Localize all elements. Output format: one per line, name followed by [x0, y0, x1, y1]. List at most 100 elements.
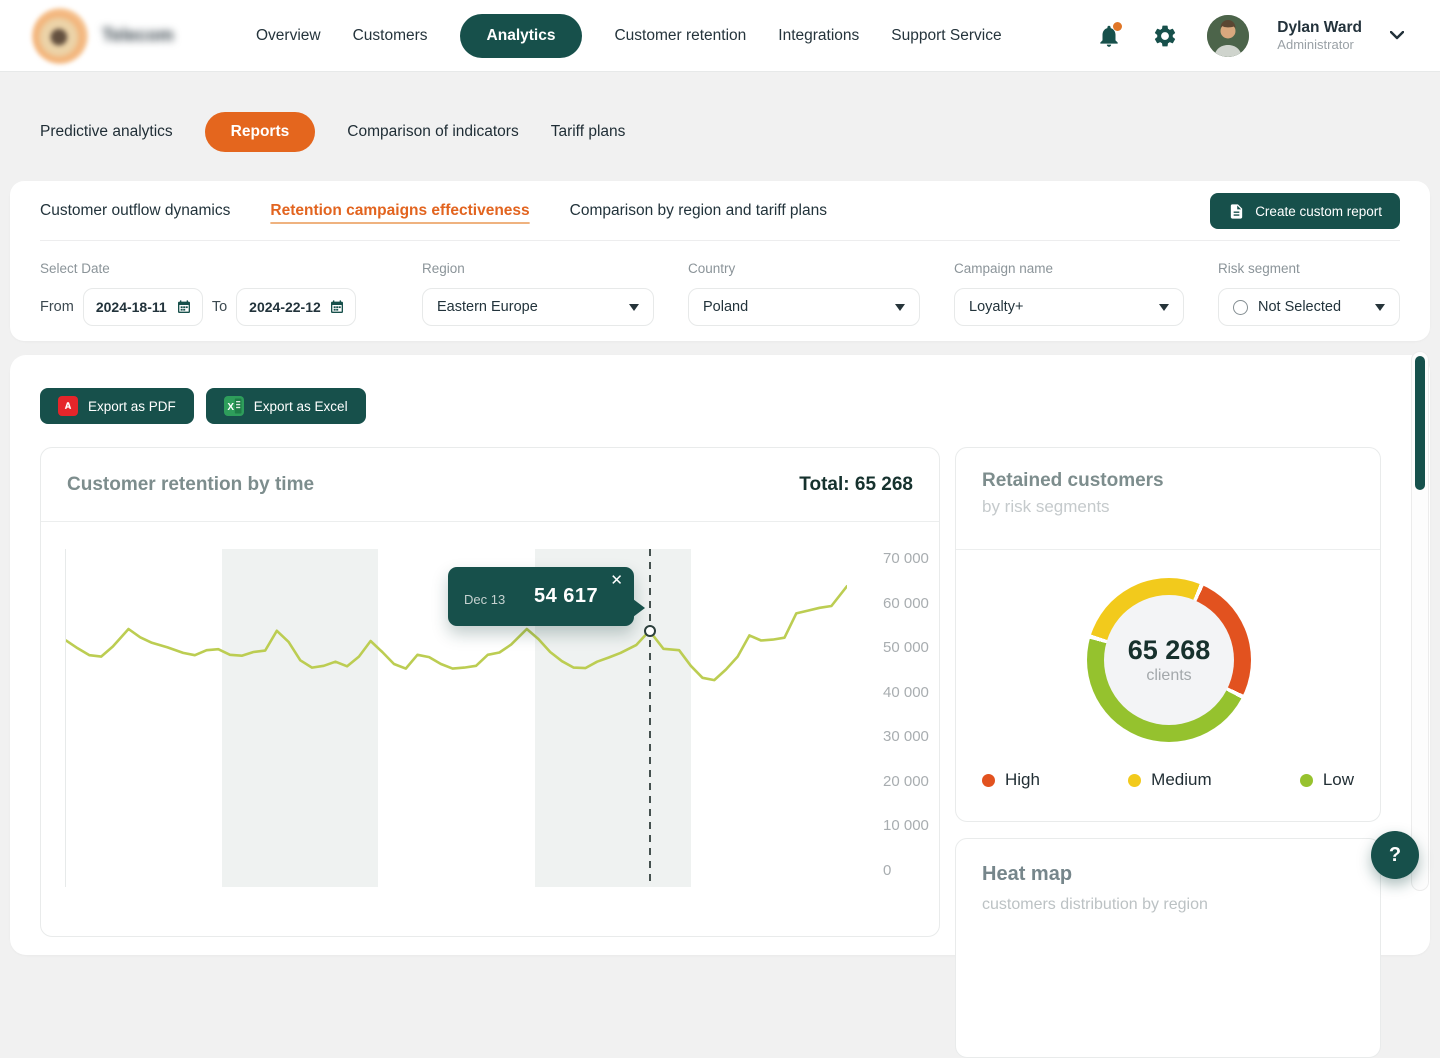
region-value: Eastern Europe [437, 299, 619, 315]
heat-map-subtitle: customers distribution by region [982, 896, 1354, 914]
export-buttons: Export as PDF X Export as Excel [40, 388, 366, 424]
main-nav: Overview Customers Analytics Customer re… [256, 14, 1002, 58]
chart-tooltip: Dec 13 54 617 ✕ [448, 567, 634, 626]
y-tick: 0 [883, 862, 929, 880]
date-to-value: 2024-22-12 [249, 299, 321, 315]
user-info: Dylan Ward Administrator [1277, 18, 1362, 54]
notifications-bell-icon[interactable] [1095, 22, 1123, 50]
campaign-value: Loyalty+ [969, 299, 1149, 315]
y-tick: 50 000 [883, 639, 929, 657]
date-from-input[interactable]: 2024-18-11 [83, 288, 203, 326]
create-custom-report-label: Create custom report [1255, 204, 1382, 219]
brand[interactable]: Telecom [32, 8, 232, 64]
tooltip-close-icon[interactable]: ✕ [610, 573, 623, 588]
heat-map-title: Heat map [982, 863, 1354, 886]
top-navigation-bar: Telecom Overview Customers Analytics Cus… [0, 0, 1440, 72]
page-scrollbar-track[interactable] [1412, 352, 1428, 890]
analytics-section-tabs: Predictive analytics Reports Comparison … [40, 110, 625, 153]
report-tab-customer-outflow[interactable]: Customer outflow dynamics [40, 202, 230, 220]
nav-item-overview[interactable]: Overview [256, 27, 321, 45]
legend-item-medium[interactable]: Medium [1128, 770, 1211, 790]
create-custom-report-button[interactable]: Create custom report [1210, 193, 1400, 229]
filter-region: Region Eastern Europe [422, 261, 654, 326]
donut-center-value: 65 268 [1128, 635, 1211, 666]
tab-comparison-of-indicators[interactable]: Comparison of indicators [347, 123, 518, 141]
donut-card-title: Retained customers [982, 470, 1354, 492]
risk-legend: High Medium Low [982, 770, 1354, 790]
brand-name: Telecom [102, 25, 174, 46]
nav-item-support-service[interactable]: Support Service [891, 27, 1001, 45]
report-type-tabs: Customer outflow dynamics Retention camp… [40, 181, 1400, 241]
legend-item-low[interactable]: Low [1300, 770, 1354, 790]
export-pdf-button[interactable]: Export as PDF [40, 388, 194, 424]
tab-tariff-plans[interactable]: Tariff plans [551, 123, 626, 141]
line-chart-plot[interactable]: Dec 13 54 617 ✕ [65, 549, 847, 887]
analytics-dashboard: { "colors": { "teal": "#17504b", "accent… [0, 0, 1440, 900]
filter-country: Country Poland [688, 261, 920, 326]
date-to-input[interactable]: 2024-22-12 [236, 288, 356, 326]
risk-segment-value: Not Selected [1258, 299, 1365, 315]
y-tick: 70 000 [883, 550, 929, 568]
filter-label-date: Select Date [40, 261, 356, 276]
user-menu-chevron-down-icon[interactable] [1390, 31, 1404, 40]
pdf-icon [58, 396, 78, 416]
user-name: Dylan Ward [1277, 18, 1362, 37]
legend-label-high: High [1005, 770, 1040, 790]
filter-label-campaign: Campaign name [954, 261, 1184, 276]
nav-item-analytics[interactable]: Analytics [460, 14, 583, 58]
help-button[interactable]: ? [1371, 831, 1419, 879]
region-select[interactable]: Eastern Europe [422, 288, 654, 326]
risk-segments-donut-chart[interactable]: 65 268 clients [1087, 578, 1251, 742]
donut-center: 65 268 clients [1104, 595, 1234, 725]
tab-predictive-analytics[interactable]: Predictive analytics [40, 123, 173, 141]
settings-gear-icon[interactable] [1151, 22, 1179, 50]
export-pdf-label: Export as PDF [88, 399, 176, 414]
excel-icon: X [224, 396, 244, 416]
filter-risk-segment: Risk segment Not Selected [1218, 261, 1400, 326]
chart-total: Total: 65 268 [799, 474, 913, 496]
report-tab-region-tariff-comparison[interactable]: Comparison by region and tariff plans [570, 202, 827, 220]
donut-card-subtitle: by risk segments [982, 497, 1354, 517]
chevron-down-icon [1375, 304, 1385, 311]
campaign-select[interactable]: Loyalty+ [954, 288, 1184, 326]
tab-reports[interactable]: Reports [205, 112, 316, 152]
y-tick: 30 000 [883, 728, 929, 746]
export-excel-button[interactable]: X Export as Excel [206, 388, 366, 424]
chevron-down-icon [629, 304, 639, 311]
retention-by-time-card: Customer retention by time Total: 65 268… [40, 447, 940, 937]
donut-center-label: clients [1146, 667, 1191, 685]
user-avatar[interactable] [1207, 15, 1249, 57]
svg-text:X: X [227, 402, 234, 413]
user-role: Administrator [1277, 37, 1362, 53]
filter-label-country: Country [688, 261, 920, 276]
y-tick: 20 000 [883, 773, 929, 791]
export-excel-label: Export as Excel [254, 399, 348, 414]
notification-dot [1113, 22, 1122, 31]
document-icon [1228, 203, 1245, 220]
risk-segment-select[interactable]: Not Selected [1218, 288, 1400, 326]
tooltip-tail [633, 599, 645, 617]
legend-dot-medium [1128, 774, 1141, 787]
legend-dot-low [1300, 774, 1313, 787]
nav-item-integrations[interactable]: Integrations [778, 27, 859, 45]
calendar-icon [176, 299, 192, 315]
country-select[interactable]: Poland [688, 288, 920, 326]
chevron-down-icon [1159, 304, 1169, 311]
filter-campaign-name: Campaign name Loyalty+ [954, 261, 1184, 326]
radio-unselected-icon [1233, 300, 1248, 315]
filter-label-region: Region [422, 261, 654, 276]
tooltip-date: Dec 13 [464, 592, 505, 607]
nav-item-customer-retention[interactable]: Customer retention [614, 27, 746, 45]
report-filter-card: Customer outflow dynamics Retention camp… [10, 181, 1430, 341]
data-point-marker[interactable] [644, 625, 656, 637]
tooltip-cursor-line [649, 549, 651, 887]
date-from-value: 2024-18-11 [96, 299, 167, 315]
legend-item-high[interactable]: High [982, 770, 1040, 790]
brand-logo-icon [32, 8, 88, 64]
nav-item-customers[interactable]: Customers [353, 27, 428, 45]
page-scrollbar-thumb[interactable] [1415, 356, 1425, 490]
date-to-word: To [212, 299, 227, 315]
calendar-icon [329, 299, 345, 315]
report-tab-retention-campaigns[interactable]: Retention campaigns effectiveness [270, 202, 529, 220]
header-actions: Dylan Ward Administrator [1095, 15, 1404, 57]
